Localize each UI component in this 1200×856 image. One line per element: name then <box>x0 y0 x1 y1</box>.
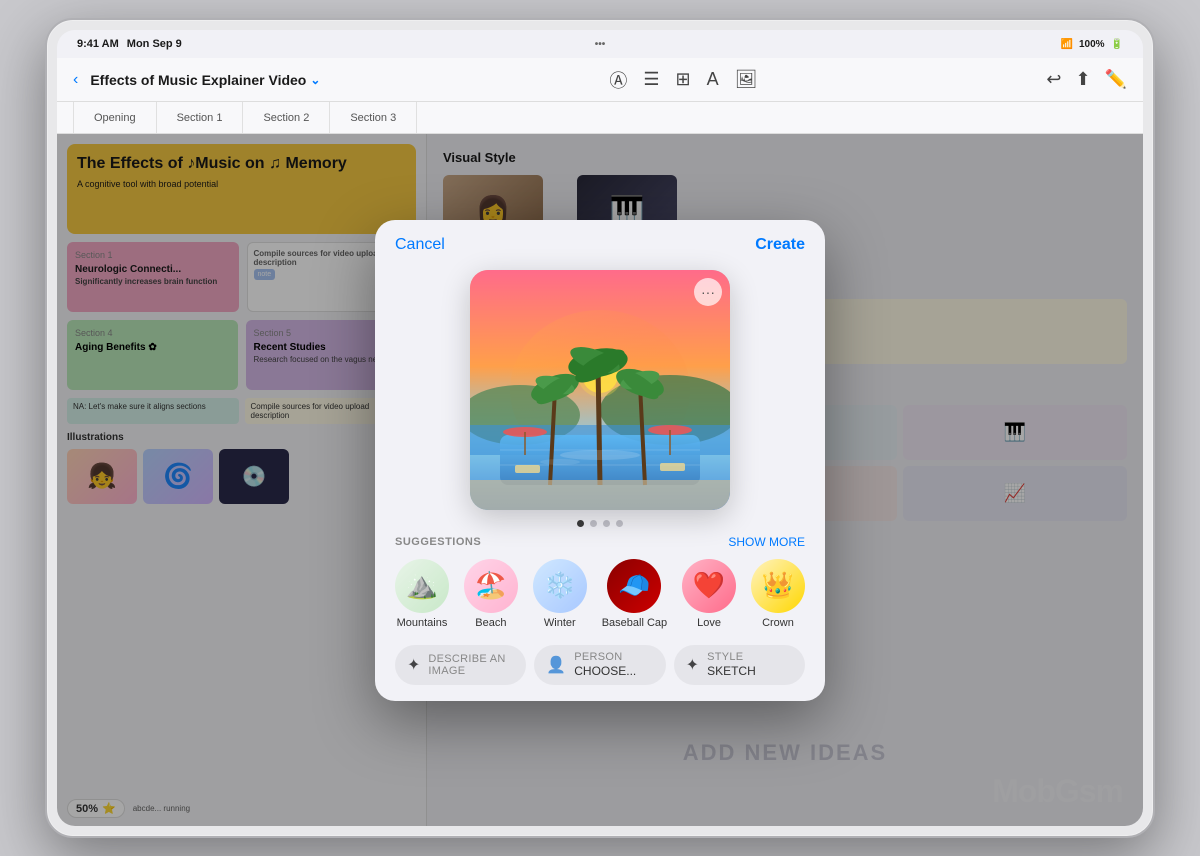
input-row: ✦ DESCRIBE AN IMAGE 👤 PERSON CHOOSE... ✦ <box>375 637 825 701</box>
love-icon: ❤️ <box>682 559 736 613</box>
suggestions-header: SUGGESTIONS SHOW MORE <box>395 535 805 549</box>
ipad-screen: 9:41 AM Mon Sep 9 ••• 📶 100% 🔋 ‹ Effects… <box>57 30 1143 826</box>
slides-icon[interactable]: ⊞ <box>676 69 691 90</box>
date: Mon Sep 9 <box>127 38 182 50</box>
more-button[interactable]: ··· <box>694 278 722 306</box>
tab-section2[interactable]: Section 2 <box>243 102 330 133</box>
toolbar-icons: Ⓐ ☰ ⊞ A 🖼 <box>609 67 757 93</box>
person-input[interactable]: 👤 PERSON CHOOSE... <box>534 645 665 685</box>
person-value: CHOOSE... <box>574 664 636 678</box>
undo-icon[interactable]: ↩ <box>1046 69 1061 90</box>
beach-icon: 🏖️ <box>464 559 518 613</box>
style-value: SKETCH <box>707 664 756 678</box>
style-input[interactable]: ✦ STYLE SKETCH <box>674 645 805 685</box>
crown-label: Crown <box>762 617 794 629</box>
document-title: Effects of Music Explainer Video ⌄ <box>90 72 320 88</box>
love-label: Love <box>697 617 721 629</box>
mountains-icon: ⛰️ <box>395 559 449 613</box>
modal-header: Cancel Create <box>375 220 825 254</box>
image-preview: ··· <box>470 270 730 510</box>
baseball-cap-label: Baseball Cap <box>602 617 667 629</box>
show-more-button[interactable]: SHOW MORE <box>728 535 805 549</box>
share-icon[interactable]: ⬆ <box>1076 69 1091 90</box>
section-tabs: Opening Section 1 Section 2 Section 3 <box>57 102 1143 134</box>
outline-icon[interactable]: ☰ <box>643 69 659 90</box>
describe-icon: ✦ <box>407 655 420 675</box>
toolbar: ‹ Effects of Music Explainer Video ⌄ Ⓐ ☰… <box>57 58 1143 102</box>
image-generation-modal: Cancel Create <box>375 220 825 701</box>
style-label: STYLE <box>707 651 756 663</box>
assistant-icon[interactable]: Ⓐ <box>609 67 627 93</box>
wifi-icon: 📶 <box>1061 39 1073 50</box>
toolbar-right-icons: ↩ ⬆ ✏️ <box>1046 69 1127 90</box>
crown-icon: 👑 <box>751 559 805 613</box>
mountains-label: Mountains <box>397 617 448 629</box>
status-bar-dots: ••• <box>595 39 606 50</box>
battery: 100% <box>1079 39 1105 50</box>
edit-icon[interactable]: ✏️ <box>1105 69 1127 90</box>
suggestion-mountains[interactable]: ⛰️ Mountains <box>395 559 449 629</box>
tab-section3[interactable]: Section 3 <box>330 102 417 133</box>
suggestion-baseball-cap[interactable]: 🧢 Baseball Cap <box>602 559 667 629</box>
suggestion-love[interactable]: ❤️ Love <box>682 559 736 629</box>
create-button[interactable]: Create <box>755 236 805 254</box>
battery-icon: 🔋 <box>1111 39 1123 50</box>
back-button[interactable]: ‹ <box>73 71 78 89</box>
suggestions-grid: ⛰️ Mountains 🏖️ Beach ❄️ Winter <box>395 559 805 629</box>
beach-label: Beach <box>475 617 506 629</box>
dot-4[interactable] <box>616 520 623 527</box>
dot-3[interactable] <box>603 520 610 527</box>
modal-overlay: Cancel Create <box>57 134 1143 826</box>
main-content: The Effects of ♪Music on ♫ MemoryA cogni… <box>57 134 1143 826</box>
preview-dots <box>577 520 623 527</box>
time: 9:41 AM <box>77 38 119 50</box>
describe-input[interactable]: ✦ DESCRIBE AN IMAGE <box>395 645 526 685</box>
winter-label: Winter <box>544 617 576 629</box>
dot-1[interactable] <box>577 520 584 527</box>
suggestions-section: SUGGESTIONS SHOW MORE ⛰️ Mountains 🏖️ Be… <box>375 535 825 637</box>
status-bar: 9:41 AM Mon Sep 9 ••• 📶 100% 🔋 <box>57 30 1143 58</box>
title-chevron-icon[interactable]: ⌄ <box>310 73 320 87</box>
suggestions-label: SUGGESTIONS <box>395 536 481 548</box>
person-label: PERSON <box>574 651 636 663</box>
status-bar-left: 9:41 AM Mon Sep 9 <box>77 38 182 50</box>
tab-section1[interactable]: Section 1 <box>157 102 244 133</box>
person-icon: 👤 <box>546 655 566 675</box>
text-icon[interactable]: A <box>707 69 719 90</box>
style-icon: ✦ <box>686 655 699 675</box>
tab-opening[interactable]: Opening <box>73 102 157 133</box>
suggestion-crown[interactable]: 👑 Crown <box>751 559 805 629</box>
status-bar-right: 📶 100% 🔋 <box>1061 39 1123 50</box>
winter-icon: ❄️ <box>533 559 587 613</box>
baseball-cap-icon: 🧢 <box>607 559 661 613</box>
suggestion-beach[interactable]: 🏖️ Beach <box>464 559 518 629</box>
dot-2[interactable] <box>590 520 597 527</box>
ipad-frame: 9:41 AM Mon Sep 9 ••• 📶 100% 🔋 ‹ Effects… <box>45 18 1155 838</box>
cancel-button[interactable]: Cancel <box>395 236 445 254</box>
image-icon[interactable]: 🖼 <box>735 69 758 90</box>
suggestion-winter[interactable]: ❄️ Winter <box>533 559 587 629</box>
modal-image-container: ··· <box>375 254 825 535</box>
describe-label: DESCRIBE AN IMAGE <box>428 653 514 677</box>
